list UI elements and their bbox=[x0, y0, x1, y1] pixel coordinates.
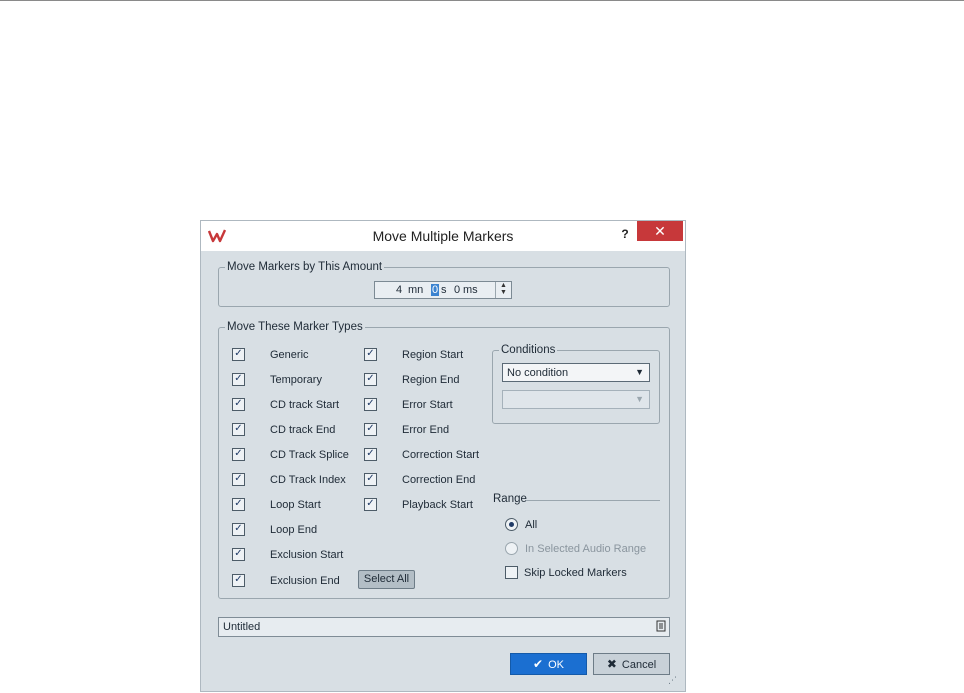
loop-end-label: Loop End bbox=[270, 524, 318, 536]
skip-locked-checkbox[interactable] bbox=[505, 566, 518, 579]
spin-arrows[interactable]: ▲ ▼ bbox=[495, 282, 511, 298]
region-end-label: Region End bbox=[402, 374, 460, 386]
playback-start-label: Playback Start bbox=[402, 499, 473, 511]
preset-menu-icon[interactable] bbox=[656, 620, 666, 635]
playback-start-checkbox[interactable]: ✓ bbox=[364, 498, 377, 511]
loop-start-checkbox[interactable]: ✓ bbox=[232, 498, 245, 511]
seconds-value[interactable]: 0 bbox=[431, 284, 440, 296]
error-end-label: Error End bbox=[402, 424, 450, 436]
radio-selected-dot bbox=[509, 522, 514, 527]
ms-unit: ms bbox=[463, 284, 478, 296]
range-label: Range bbox=[493, 493, 527, 505]
range-all-label: All bbox=[525, 519, 538, 531]
dialog-body: Move Markers by This Amount 4 mn 0 s 0 m… bbox=[206, 251, 678, 687]
cd-track-end-checkbox[interactable]: ✓ bbox=[232, 423, 245, 436]
select-all-button[interactable]: Select All bbox=[358, 570, 415, 589]
resize-grip-icon[interactable]: ⋰ bbox=[668, 675, 677, 686]
exclusion-end-checkbox[interactable]: ✓ bbox=[232, 574, 245, 587]
cd-track-index-label: CD Track Index bbox=[270, 474, 346, 486]
condition-value-select: ▼ bbox=[502, 390, 650, 409]
spin-up-icon[interactable]: ▲ bbox=[496, 282, 511, 289]
range-selected-audio-label: In Selected Audio Range bbox=[525, 543, 647, 555]
error-start-label: Error Start bbox=[402, 399, 453, 411]
close-icon: ✖ bbox=[606, 657, 617, 671]
exclusion-start-label: Exclusion Start bbox=[270, 549, 344, 561]
top-divider bbox=[0, 0, 964, 1]
exclusion-start-checkbox[interactable]: ✓ bbox=[232, 548, 245, 561]
ok-button[interactable]: ✔ OK bbox=[510, 653, 587, 675]
seconds-unit: s bbox=[441, 284, 447, 296]
cd-track-splice-label: CD Track Splice bbox=[270, 449, 349, 461]
minutes-value[interactable]: 4 bbox=[396, 284, 402, 296]
time-amount-field[interactable]: 4 mn 0 s 0 ms ▲ ▼ bbox=[374, 281, 512, 299]
ms-value[interactable]: 0 bbox=[454, 284, 460, 296]
help-button[interactable]: ? bbox=[615, 225, 635, 243]
region-end-checkbox[interactable]: ✓ bbox=[364, 373, 377, 386]
move-amount-group: Move Markers by This Amount 4 mn 0 s 0 m… bbox=[218, 261, 670, 307]
preset-name-value: Untitled bbox=[223, 621, 261, 633]
correction-end-label: Correction End bbox=[402, 474, 476, 486]
cd-track-end-label: CD track End bbox=[270, 424, 336, 436]
cancel-button[interactable]: ✖ Cancel bbox=[593, 653, 670, 675]
cd-track-index-checkbox[interactable]: ✓ bbox=[232, 473, 245, 486]
correction-end-checkbox[interactable]: ✓ bbox=[364, 473, 377, 486]
correction-start-label: Correction Start bbox=[402, 449, 480, 461]
cd-track-start-label: CD track Start bbox=[270, 399, 340, 411]
loop-start-label: Loop Start bbox=[270, 499, 321, 511]
temporary-checkbox[interactable]: ✓ bbox=[232, 373, 245, 386]
cd-track-splice-checkbox[interactable]: ✓ bbox=[232, 448, 245, 461]
range-all-radio[interactable] bbox=[505, 518, 518, 531]
marker-types-legend: Move These Marker Types bbox=[227, 321, 363, 333]
preset-name-field[interactable]: Untitled bbox=[218, 617, 670, 637]
conditions-group: Conditions No condition ▼ ▼ bbox=[492, 344, 660, 424]
conditions-legend: Conditions bbox=[501, 344, 556, 356]
region-start-label: Region Start bbox=[402, 349, 464, 361]
skip-locked-label: Skip Locked Markers bbox=[524, 567, 627, 579]
close-button[interactable]: ✕ bbox=[637, 221, 683, 241]
temporary-label: Temporary bbox=[270, 374, 322, 386]
minutes-unit: mn bbox=[408, 284, 424, 296]
range-selected-audio-radio bbox=[505, 542, 518, 555]
chevron-down-icon: ▼ bbox=[635, 367, 644, 377]
generic-checkbox[interactable]: ✓ bbox=[232, 348, 245, 361]
correction-start-checkbox[interactable]: ✓ bbox=[364, 448, 377, 461]
cd-track-start-checkbox[interactable]: ✓ bbox=[232, 398, 245, 411]
condition-select-value: No condition bbox=[507, 367, 569, 379]
exclusion-end-label: Exclusion End bbox=[270, 575, 340, 587]
window-title: Move Multiple Markers bbox=[372, 228, 514, 244]
condition-select[interactable]: No condition ▼ bbox=[502, 363, 650, 382]
checkmark-icon: ✔ bbox=[533, 657, 544, 671]
range-divider bbox=[526, 500, 660, 501]
chevron-down-icon: ▼ bbox=[635, 394, 644, 404]
error-end-checkbox[interactable]: ✓ bbox=[364, 423, 377, 436]
generic-label: Generic bbox=[270, 349, 309, 361]
wavelab-logo-icon bbox=[208, 229, 226, 243]
move-amount-legend: Move Markers by This Amount bbox=[227, 261, 383, 273]
move-multiple-markers-dialog: Move Multiple Markers ? ✕ Move Markers b… bbox=[200, 220, 686, 692]
cancel-label: Cancel bbox=[621, 659, 657, 671]
title-bar[interactable]: Move Multiple Markers ? ✕ bbox=[201, 221, 685, 251]
region-start-checkbox[interactable]: ✓ bbox=[364, 348, 377, 361]
error-start-checkbox[interactable]: ✓ bbox=[364, 398, 377, 411]
ok-label: OK bbox=[548, 659, 564, 671]
spin-down-icon[interactable]: ▼ bbox=[496, 289, 511, 296]
loop-end-checkbox[interactable]: ✓ bbox=[232, 523, 245, 536]
